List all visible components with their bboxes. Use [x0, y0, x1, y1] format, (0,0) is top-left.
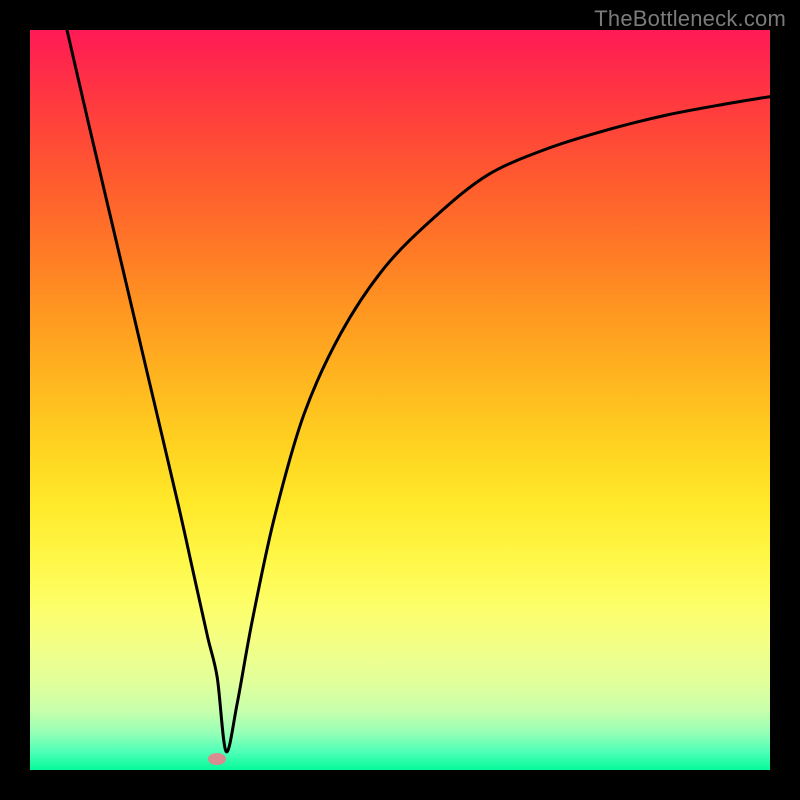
optimal-point-marker [208, 753, 226, 765]
bottleneck-curve [67, 30, 770, 752]
chart-frame: TheBottleneck.com [0, 0, 800, 800]
plot-area [30, 30, 770, 770]
curve-svg [30, 30, 770, 770]
attribution-text: TheBottleneck.com [594, 6, 786, 32]
